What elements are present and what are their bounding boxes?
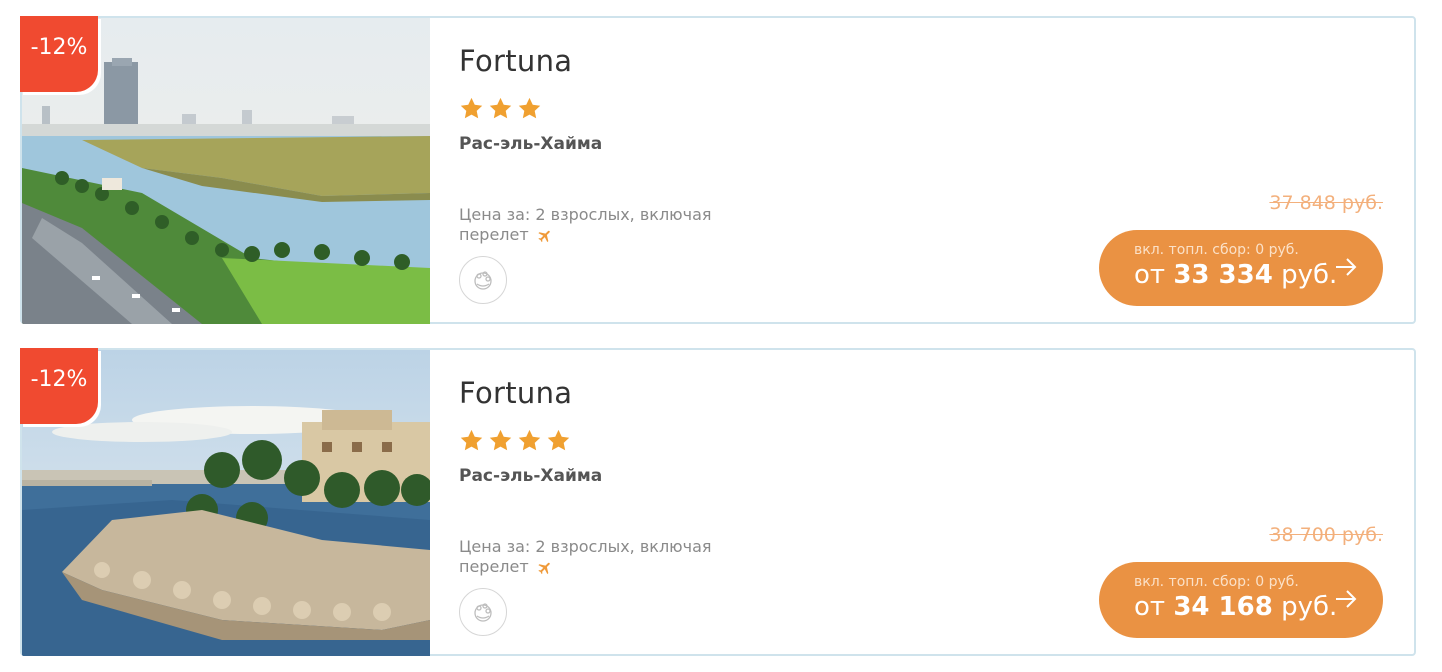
hotel-name[interactable]: Fortuna bbox=[459, 376, 572, 410]
star-icon bbox=[518, 97, 541, 119]
discount-badge: -12% bbox=[20, 16, 98, 92]
star-icon bbox=[460, 429, 483, 451]
star-icon bbox=[489, 429, 512, 451]
meal-icon[interactable] bbox=[459, 588, 507, 636]
star-rating bbox=[459, 96, 542, 121]
price-currency: руб. bbox=[1281, 592, 1338, 622]
price-prefix: от bbox=[1134, 592, 1166, 622]
star-icon bbox=[518, 429, 541, 451]
star-icon bbox=[547, 429, 570, 451]
price-description: Цена за: 2 взрослых, включая перелет bbox=[459, 537, 729, 577]
old-price: 38 700 руб. bbox=[1269, 524, 1383, 546]
hotel-location: Рас-эль-Хайма bbox=[459, 466, 603, 486]
plane-icon bbox=[538, 230, 550, 242]
star-icon bbox=[460, 97, 483, 119]
price-currency: руб. bbox=[1281, 260, 1338, 290]
price-value: 34 168 bbox=[1173, 592, 1273, 622]
book-button[interactable]: вкл. топл. сбор: 0 руб. от 34 168 руб. bbox=[1099, 562, 1383, 638]
book-button[interactable]: вкл. топл. сбор: 0 руб. от 33 334 руб. bbox=[1099, 230, 1383, 306]
hotel-location: Рас-эль-Хайма bbox=[459, 134, 603, 154]
star-icon bbox=[489, 97, 512, 119]
star-rating bbox=[459, 428, 571, 453]
old-price: 37 848 руб. bbox=[1269, 192, 1383, 214]
hotel-card[interactable]: -12% Fortuna Рас-эль-Хайма Цена за: 2 вз… bbox=[20, 348, 1416, 656]
meal-icon[interactable] bbox=[459, 256, 507, 304]
hotel-name[interactable]: Fortuna bbox=[459, 44, 572, 78]
price-description: Цена за: 2 взрослых, включая перелет bbox=[459, 205, 729, 245]
discount-badge: -12% bbox=[20, 348, 98, 424]
price-for-text: Цена за: 2 взрослых, включая перелет bbox=[459, 205, 712, 244]
price-prefix: от bbox=[1134, 260, 1166, 290]
plane-icon bbox=[538, 562, 550, 574]
arrow-right-icon bbox=[1336, 590, 1357, 608]
arrow-right-icon bbox=[1336, 258, 1357, 276]
price-value: 33 334 bbox=[1173, 260, 1273, 290]
hotel-card[interactable]: -12% Fortuna Рас-эль-Хайма Цена за: 2 вз… bbox=[20, 16, 1416, 324]
price-for-text: Цена за: 2 взрослых, включая перелет bbox=[459, 537, 712, 576]
